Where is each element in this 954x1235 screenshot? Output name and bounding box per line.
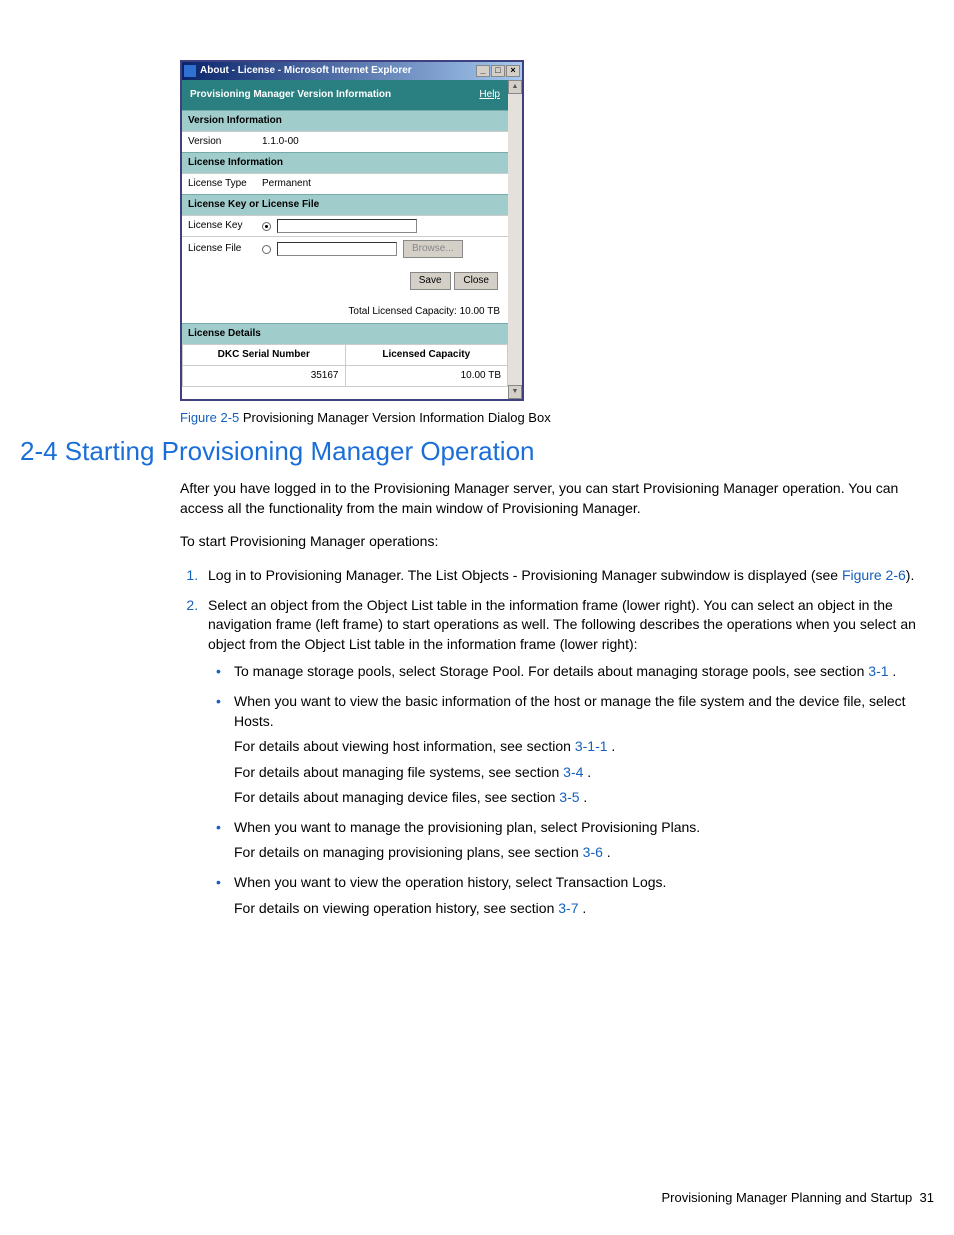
- row-license-type: License Type Permanent: [182, 173, 508, 194]
- bullet-4-sub-1-tail: .: [578, 900, 586, 916]
- page-number: 31: [920, 1190, 934, 1205]
- input-license-key[interactable]: [277, 219, 417, 233]
- bullet-3-sub-1-tail: .: [603, 844, 611, 860]
- close-button[interactable]: Close: [454, 272, 498, 290]
- dialog-trailer: [182, 387, 508, 399]
- step-2: Select an object from the Object List ta…: [202, 596, 924, 919]
- bullet-2-sub-2: For details about managing file systems,…: [234, 763, 924, 783]
- section-heading: 2-4 Starting Provisioning Manager Operat…: [20, 433, 934, 469]
- bullet-list: To manage storage pools, select Storage …: [208, 662, 924, 918]
- label-license-key: License Key: [188, 219, 262, 233]
- step-1: Log in to Provisioning Manager. The List…: [202, 566, 924, 586]
- xref-3-4[interactable]: 3-4: [563, 764, 583, 780]
- scrollbar[interactable]: ▲ ▼: [508, 80, 522, 399]
- bullet-2-sub-3: For details about managing device files,…: [234, 788, 924, 808]
- ie-logo-icon: [184, 65, 196, 77]
- label-license-type: License Type: [188, 177, 262, 191]
- xref-3-5[interactable]: 3-5: [559, 789, 579, 805]
- figure-label: Figure 2-5: [180, 410, 243, 425]
- row-version: Version 1.1.0-00: [182, 131, 508, 152]
- footer-text: Provisioning Manager Planning and Startu…: [662, 1190, 913, 1205]
- row-license-file: License File Browse...: [182, 236, 508, 261]
- bullet-2-sub-1-text: For details about viewing host informati…: [234, 738, 575, 754]
- figure-caption: Figure 2-5 Provisioning Manager Version …: [180, 409, 934, 427]
- bullet-3-sub-1-text: For details on managing provisioning pla…: [234, 844, 583, 860]
- bullet-2-sub-2-text: For details about managing file systems,…: [234, 764, 563, 780]
- table-row: 35167 10.00 TB: [183, 365, 508, 386]
- step-2-text: Select an object from the Object List ta…: [208, 597, 916, 652]
- bullet-2-sub-3-tail: .: [580, 789, 588, 805]
- close-window-button[interactable]: ×: [506, 65, 520, 77]
- total-capacity-text: Total Licensed Capacity: 10.00 TB: [182, 301, 508, 323]
- value-version: 1.1.0-00: [262, 135, 502, 149]
- page-footer: Provisioning Manager Planning and Startu…: [662, 1189, 934, 1207]
- td-capacity: 10.00 TB: [345, 365, 508, 386]
- bullet-2-sub-1-tail: .: [608, 738, 616, 754]
- xref-3-6[interactable]: 3-6: [583, 844, 603, 860]
- radio-license-file[interactable]: [262, 245, 271, 254]
- browse-button[interactable]: Browse...: [403, 240, 463, 258]
- bullet-1-text: To manage storage pools, select Storage …: [234, 663, 868, 679]
- bullet-4-sub-1-text: For details on viewing operation history…: [234, 900, 558, 916]
- bullet-transaction-logs: When you want to view the operation hist…: [232, 873, 924, 918]
- label-license-file: License File: [188, 242, 262, 256]
- step-1-text-b: ).: [906, 567, 915, 583]
- scroll-track[interactable]: [508, 94, 522, 385]
- minimize-button[interactable]: _: [476, 65, 490, 77]
- bullet-1-tail: .: [889, 663, 897, 679]
- radio-license-key[interactable]: [262, 222, 271, 231]
- value-license-type: Permanent: [262, 177, 502, 191]
- window-title: About - License - Microsoft Internet Exp…: [200, 64, 475, 78]
- figure-caption-text: Provisioning Manager Version Information…: [243, 410, 551, 425]
- dialog-content: Provisioning Manager Version Information…: [182, 80, 508, 399]
- section-license-details: License Details: [182, 323, 508, 344]
- th-capacity: Licensed Capacity: [345, 344, 508, 365]
- xref-figure-2-6[interactable]: Figure 2-6: [842, 567, 906, 583]
- bullet-2-text: When you want to view the basic informat…: [234, 693, 906, 729]
- dialog-header: Provisioning Manager Version Information…: [182, 80, 508, 110]
- page: About - License - Microsoft Internet Exp…: [0, 0, 954, 1235]
- bullet-4-text: When you want to view the operation hist…: [234, 874, 666, 890]
- help-link[interactable]: Help: [479, 88, 500, 102]
- lead-paragraph: To start Provisioning Manager operations…: [180, 532, 924, 552]
- dialog-title: Provisioning Manager Version Information: [190, 88, 391, 102]
- ie-client-area: Provisioning Manager Version Information…: [182, 80, 522, 399]
- body-block: After you have logged in to the Provisio…: [180, 479, 924, 918]
- scroll-up-button[interactable]: ▲: [508, 80, 522, 94]
- button-row: Save Close: [182, 261, 508, 301]
- section-license-info: License Information: [182, 152, 508, 173]
- steps-list: Log in to Provisioning Manager. The List…: [176, 566, 924, 918]
- ie-titlebar: About - License - Microsoft Internet Exp…: [182, 62, 522, 80]
- bullet-2-sub-3-text: For details about managing device files,…: [234, 789, 559, 805]
- bullet-provisioning-plans: When you want to manage the provisioning…: [232, 818, 924, 863]
- label-version: Version: [188, 135, 262, 149]
- bullet-hosts: When you want to view the basic informat…: [232, 692, 924, 808]
- ie-window: About - License - Microsoft Internet Exp…: [180, 60, 524, 401]
- xref-3-1[interactable]: 3-1: [868, 663, 888, 679]
- bullet-storage-pools: To manage storage pools, select Storage …: [232, 662, 924, 682]
- row-license-key: License Key: [182, 215, 508, 236]
- xref-3-7[interactable]: 3-7: [558, 900, 578, 916]
- intro-paragraph: After you have logged in to the Provisio…: [180, 479, 924, 518]
- scroll-down-button[interactable]: ▼: [508, 385, 522, 399]
- bullet-2-sub-2-tail: .: [583, 764, 591, 780]
- bullet-4-sub-1: For details on viewing operation history…: [234, 899, 924, 919]
- section-key-file: License Key or License File: [182, 194, 508, 215]
- bullet-3-sub-1: For details on managing provisioning pla…: [234, 843, 924, 863]
- maximize-button[interactable]: □: [491, 65, 505, 77]
- bullet-3-text: When you want to manage the provisioning…: [234, 819, 700, 835]
- license-details-table: DKC Serial Number Licensed Capacity 3516…: [182, 344, 508, 387]
- th-serial: DKC Serial Number: [183, 344, 346, 365]
- input-license-file[interactable]: [277, 242, 397, 256]
- td-serial: 35167: [183, 365, 346, 386]
- section-version-info: Version Information: [182, 110, 508, 131]
- step-1-text-a: Log in to Provisioning Manager. The List…: [208, 567, 842, 583]
- table-header-row: DKC Serial Number Licensed Capacity: [183, 344, 508, 365]
- bullet-2-sub-1: For details about viewing host informati…: [234, 737, 924, 757]
- save-button[interactable]: Save: [410, 272, 451, 290]
- xref-3-1-1[interactable]: 3-1-1: [575, 738, 608, 754]
